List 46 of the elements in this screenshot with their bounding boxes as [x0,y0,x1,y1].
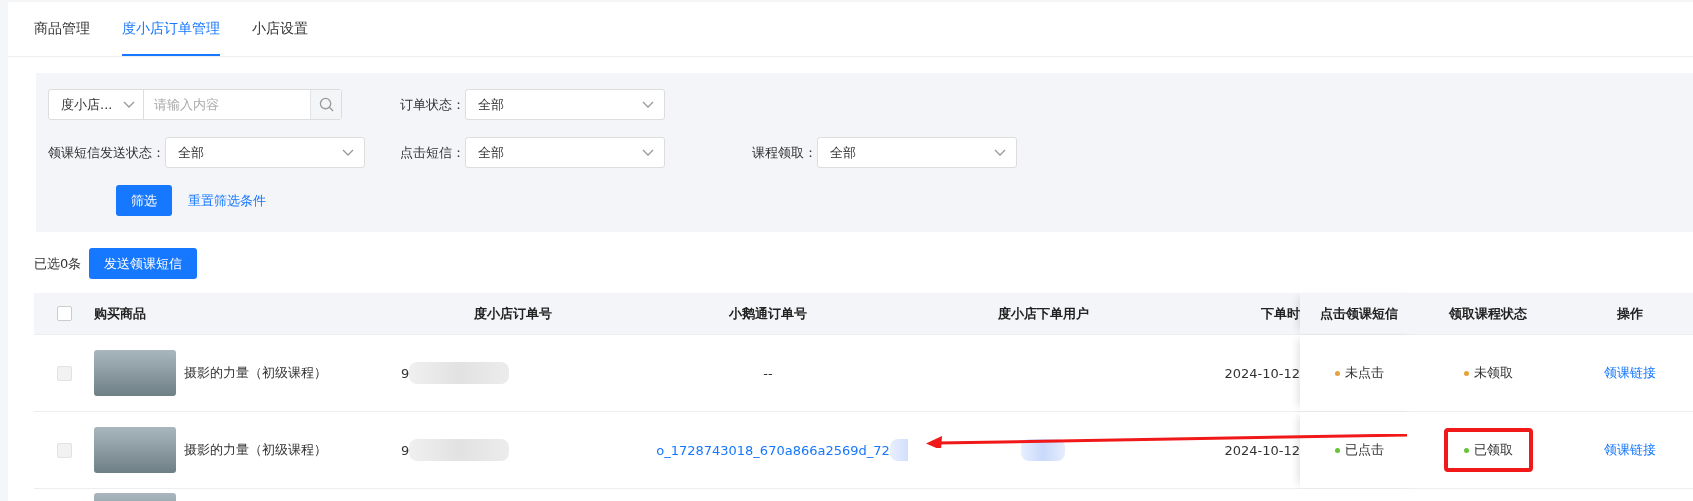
chevron-down-icon [342,148,354,157]
reset-filters-link[interactable]: 重置筛选条件 [188,191,266,210]
search-field[interactable]: 度小店... 请输入内容 [48,89,342,120]
product-name: 摄影的力量（初级课程） [184,364,327,382]
tab[interactable]: 度小店订单管理 [122,2,220,56]
column-header: 下单时 [1261,304,1300,323]
order-number: 9 [401,365,410,381]
chevron-down-icon [994,148,1006,157]
column-header: 度小店订单号 [474,304,552,323]
column-header: 点击领课短信 [1320,304,1398,323]
filter-label: 领课短信发送状态： [48,143,165,162]
tab[interactable]: 小店设置 [252,2,308,56]
filter-label: 课程领取： [752,143,817,162]
order-date: 2024-10-12 [1224,442,1300,458]
checkbox[interactable] [56,306,72,321]
select-field[interactable]: 全部 [465,137,665,168]
column-header: 购买商品 [94,304,146,323]
order-number: -- [763,365,773,381]
status-text: 未领取 [1463,364,1513,382]
filter-label: 点击短信： [400,143,465,162]
status-text: 已点击 [1334,441,1384,459]
chevron-down-icon [642,100,654,109]
tab[interactable]: 商品管理 [34,2,90,56]
selected-count: 已选0条 [34,254,82,273]
filter-label: 订单状态： [400,95,465,114]
product-name: 摄影的力量（初级课程） [184,441,327,459]
order-number: 9 [401,442,410,458]
column-header: 操作 [1616,304,1643,323]
filter-button[interactable]: 筛选 [116,185,172,216]
select-field[interactable]: 全部 [817,137,1017,168]
status-text: 未点击 [1334,364,1384,382]
send-sms-button[interactable]: 发送领课短信 [89,248,198,279]
search-scope[interactable]: 度小店... [61,95,113,114]
course-link[interactable]: 领课链接 [1603,441,1656,459]
course-link[interactable]: 领课链接 [1603,364,1656,382]
column-header: 小鹅通订单号 [729,304,807,323]
chevron-down-icon [123,100,135,109]
select-field[interactable]: 全部 [465,89,665,120]
column-header: 领取课程状态 [1449,304,1527,323]
search-icon[interactable] [318,97,334,112]
select-field[interactable]: 全部 [165,137,365,168]
order-link[interactable]: o_1728743018_670a866a2569d_72 [656,442,890,458]
chevron-down-icon [642,148,654,157]
status-text: 已领取 [1443,428,1533,472]
order-date: 2024-10-12 [1224,365,1300,381]
column-header: 度小店下单用户 [997,304,1089,323]
